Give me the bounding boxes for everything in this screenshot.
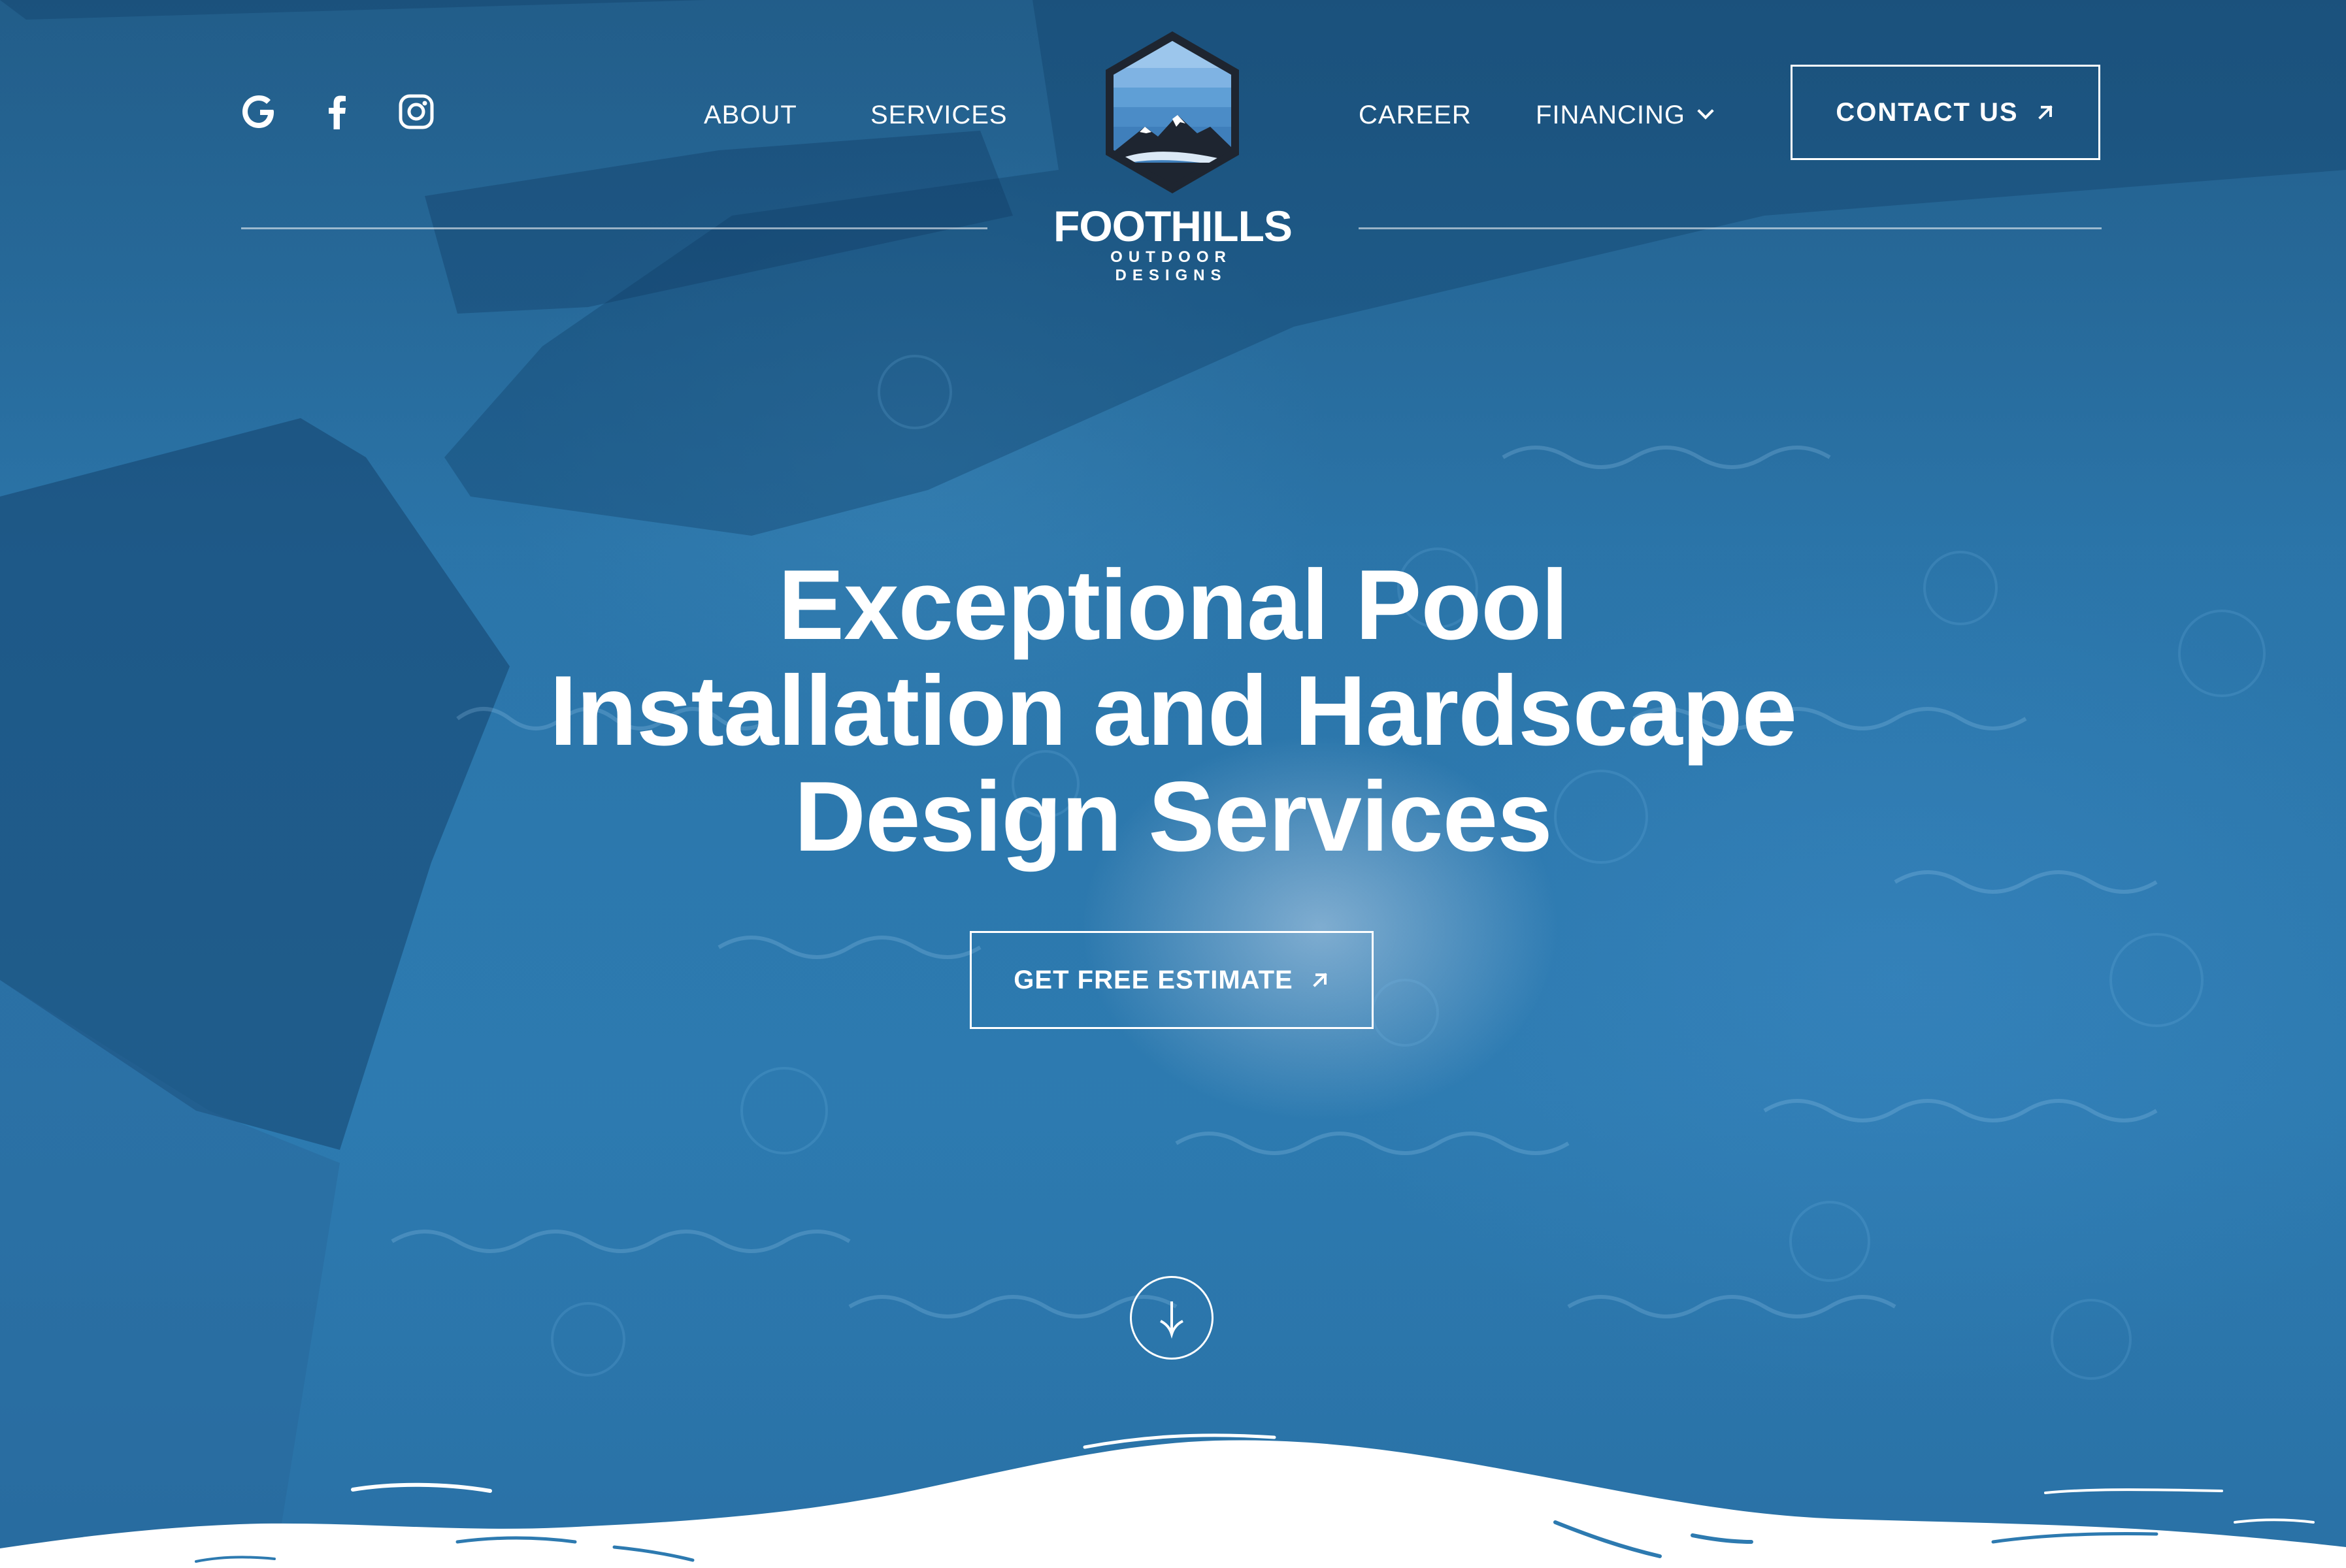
instagram-icon[interactable] — [396, 91, 437, 132]
facebook-icon[interactable] — [318, 91, 358, 132]
hero-headline: Exceptional Pool Installation and Hardsc… — [389, 552, 1957, 870]
header-divider-left — [241, 227, 987, 229]
mountain-logo-icon — [1106, 31, 1239, 193]
get-free-estimate-label: GET FREE ESTIMATE — [1014, 965, 1293, 994]
brand-name: FOOTHILLS — [1053, 202, 1293, 250]
brand-tagline: OUTDOOR DESIGNS — [1110, 248, 1232, 284]
scroll-down-button[interactable] — [1130, 1276, 1214, 1360]
arrow-up-right-icon — [2038, 105, 2053, 120]
nav-career[interactable]: CAREER — [1359, 98, 1472, 132]
nav-financing-label: FINANCING — [1536, 101, 1685, 129]
contact-us-label: CONTACT US — [1836, 97, 2019, 127]
nav-services[interactable]: SERVICES — [870, 98, 1008, 132]
hero-headline-line-2: Installation and Hardscape — [549, 655, 1797, 766]
google-icon[interactable] — [239, 91, 280, 132]
header-divider-right — [1359, 227, 2102, 229]
arrow-down-icon — [1160, 1301, 1183, 1339]
nav-about[interactable]: ABOUT — [704, 98, 797, 132]
nav-financing[interactable]: FINANCING — [1536, 98, 1714, 132]
get-free-estimate-button[interactable]: GET FREE ESTIMATE — [970, 931, 1374, 1029]
hero-headline-line-1: Exceptional Pool — [778, 549, 1569, 661]
brand-logo[interactable]: FOOTHILLS OUTDOOR DESIGNS — [1053, 29, 1293, 284]
chevron-down-icon — [1697, 103, 1714, 120]
arrow-up-right-icon — [1312, 973, 1327, 987]
contact-us-button[interactable]: CONTACT US — [1791, 65, 2100, 160]
hero-headline-line-3: Design Services — [794, 761, 1552, 872]
social-links — [239, 91, 437, 132]
bottom-wave-divider — [0, 1433, 2346, 1568]
